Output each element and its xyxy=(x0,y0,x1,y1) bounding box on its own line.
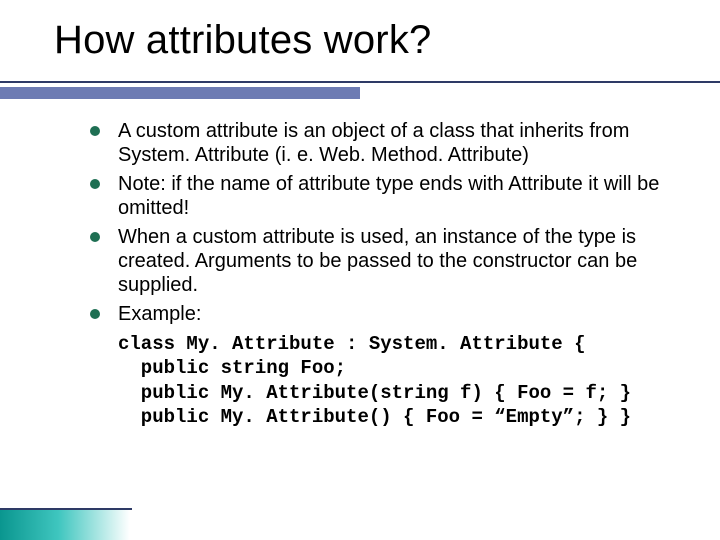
bullet-item: A custom attribute is an object of a cla… xyxy=(88,119,672,168)
code-line: public My. Attribute(string f) { Foo = f… xyxy=(118,382,631,404)
bullet-item: Example: xyxy=(88,302,672,326)
title-zone: How attributes work? xyxy=(0,0,720,63)
divider xyxy=(0,81,720,105)
body: A custom attribute is an object of a cla… xyxy=(0,105,720,429)
code-line: class My. Attribute : System. Attribute … xyxy=(118,333,585,355)
code-line: public string Foo; xyxy=(118,357,346,379)
code-block: class My. Attribute : System. Attribute … xyxy=(118,332,672,429)
divider-thick-bar xyxy=(0,87,360,99)
bullet-list: A custom attribute is an object of a cla… xyxy=(88,119,672,326)
bullet-item: When a custom attribute is used, an inst… xyxy=(88,225,672,298)
slide: How attributes work? A custom attribute … xyxy=(0,0,720,540)
slide-title: How attributes work? xyxy=(54,18,720,63)
code-line: public My. Attribute() { Foo = “Empty”; … xyxy=(118,406,631,428)
divider-thin-line xyxy=(0,81,720,83)
bullet-item: Note: if the name of attribute type ends… xyxy=(88,172,672,221)
corner-accent xyxy=(0,510,130,540)
